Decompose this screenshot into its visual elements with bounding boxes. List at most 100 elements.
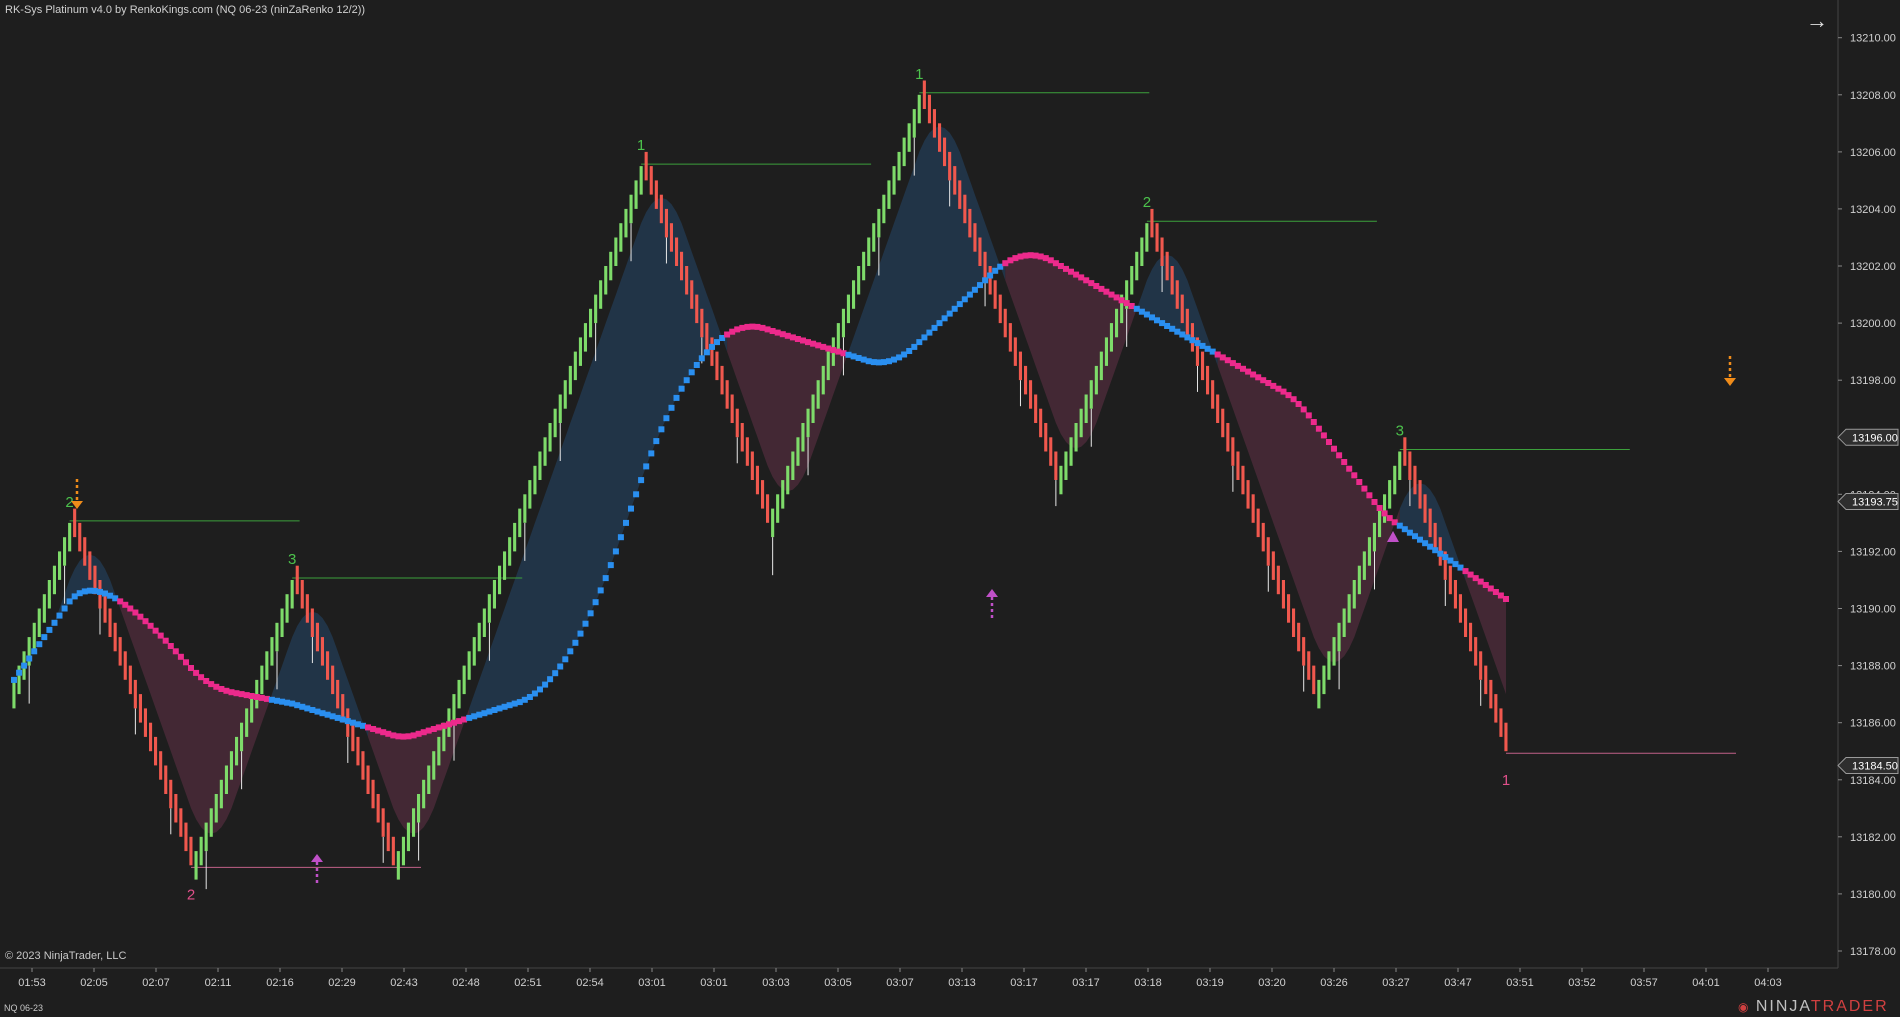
up-bar <box>639 166 643 195</box>
ma-dot <box>623 519 629 526</box>
down-bar <box>179 808 183 837</box>
price-tick-label: 13182.00 <box>1850 832 1896 844</box>
up-bar <box>224 765 228 794</box>
ma-dot <box>11 676 17 683</box>
ma-dot <box>810 340 817 347</box>
up-bar <box>877 208 881 238</box>
up-bar <box>599 280 603 309</box>
ma-dot <box>567 648 574 655</box>
ma-dot <box>653 438 660 445</box>
price-tick-label: 13180.00 <box>1850 889 1896 901</box>
down-bar <box>1034 394 1038 423</box>
price-marker-label: 13184.50 <box>1852 761 1898 773</box>
down-bar <box>1029 380 1033 409</box>
time-tick-label: 03:01 <box>638 977 666 989</box>
down-bar <box>680 251 684 281</box>
up-bar <box>558 394 562 423</box>
down-bar <box>695 294 699 324</box>
chart-title: RK-Sys Platinum v4.0 by RenkoKings.com (… <box>5 4 366 16</box>
up-bar <box>285 594 289 623</box>
price-tick-label: 13178.00 <box>1850 946 1896 958</box>
up-bar <box>1378 508 1382 538</box>
ma-dot <box>739 324 746 331</box>
down-bar <box>376 794 380 823</box>
ninjatrader-logo-icon: ◉ <box>1738 1000 1756 1014</box>
up-bar <box>432 751 436 780</box>
up-bar <box>452 694 456 723</box>
time-tick-label: 01:53 <box>18 977 46 989</box>
time-tick-label: 02:51 <box>514 977 542 989</box>
up-bar <box>1115 308 1119 338</box>
arrow-right-icon[interactable]: → <box>1805 9 1829 33</box>
ma-dot <box>1361 485 1368 492</box>
up-bar <box>857 266 861 295</box>
time-tick-label: 03:01 <box>700 977 728 989</box>
down-bar <box>1408 451 1412 480</box>
up-bar <box>1398 451 1402 480</box>
up-bar <box>1109 323 1113 352</box>
down-bar <box>988 266 992 295</box>
down-bar <box>710 337 714 366</box>
up-bar <box>841 308 845 338</box>
down-bar <box>1185 308 1189 338</box>
time-tick-label: 02:16 <box>266 977 294 989</box>
down-bar <box>1226 423 1230 452</box>
ma-dot <box>961 296 968 303</box>
up-bar <box>887 180 891 209</box>
up-bar <box>1059 465 1063 495</box>
ma-dot <box>1300 406 1307 413</box>
ma-dot <box>1310 419 1317 425</box>
up-bar <box>589 308 593 338</box>
ma-dot <box>587 610 594 617</box>
down-bar <box>1499 708 1503 737</box>
down-bar <box>932 109 936 138</box>
down-bar <box>189 836 193 866</box>
up-bar <box>235 736 239 766</box>
up-bar <box>260 665 264 695</box>
up-bar <box>821 365 825 395</box>
down-bar <box>108 608 112 637</box>
down-bar <box>755 465 759 495</box>
up-bar <box>1383 494 1387 523</box>
down-bar <box>1266 537 1270 566</box>
up-bar <box>1327 651 1331 680</box>
ma-dot <box>1371 499 1378 505</box>
down-bar <box>184 822 188 852</box>
up-bar <box>417 794 421 823</box>
time-tick-label: 03:20 <box>1258 977 1286 989</box>
up-bar <box>836 323 840 352</box>
ma-dot <box>693 362 700 368</box>
down-bar <box>958 180 962 209</box>
ma-dot <box>1315 425 1322 432</box>
up-bar <box>58 551 62 580</box>
down-bar <box>1302 637 1306 666</box>
down-bar <box>1170 266 1174 295</box>
ma-dot <box>1336 452 1343 459</box>
up-bar <box>457 679 461 709</box>
up-bar <box>578 337 582 366</box>
time-tick-label: 03:13 <box>948 977 976 989</box>
time-tick-label: 02:54 <box>576 977 604 989</box>
down-bar <box>366 765 370 794</box>
down-bar <box>993 280 997 309</box>
down-bar <box>1474 637 1478 666</box>
up-bar <box>867 237 871 266</box>
down-bar <box>1241 465 1245 495</box>
time-tick-label: 02:05 <box>80 977 108 989</box>
swing-label: 2 <box>187 886 195 903</box>
down-bar <box>735 408 739 438</box>
ma-dot <box>1326 439 1332 445</box>
renko-chart[interactable]: 23112321 13178.0013180.0013182.0013184.0… <box>0 0 1900 1017</box>
up-bar <box>52 565 56 595</box>
time-tick-label: 02:11 <box>205 977 232 989</box>
time-tick-label: 03:18 <box>1134 977 1162 989</box>
up-bar <box>629 194 633 224</box>
down-bar <box>83 537 87 566</box>
ma-dot <box>562 656 569 663</box>
up-bar <box>594 294 598 324</box>
up-bar <box>401 836 405 866</box>
down-bar <box>750 451 754 480</box>
up-bar <box>1332 637 1336 666</box>
up-bar <box>513 522 517 552</box>
ma-dot <box>1305 412 1312 419</box>
